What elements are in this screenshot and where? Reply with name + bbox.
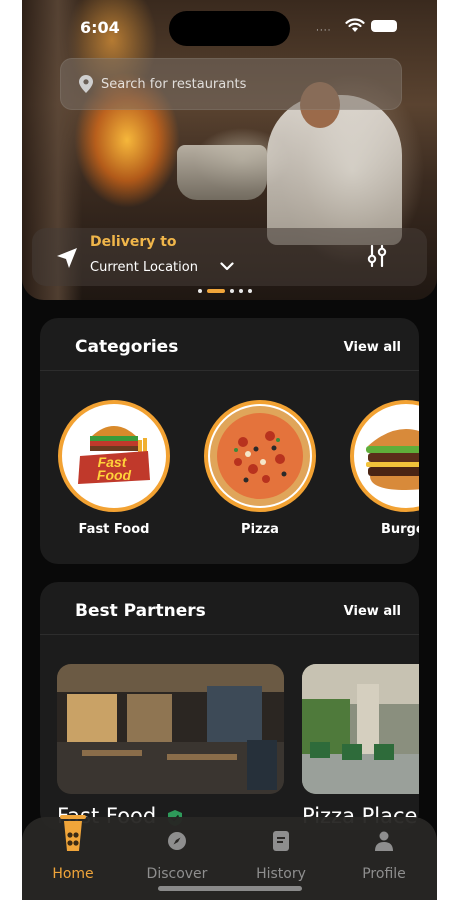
best-partners-section: Best Partners View all Fast Food Pizza P…	[40, 582, 419, 830]
delivery-location-bar[interactable]: Delivery to Current Location	[32, 228, 427, 286]
categories-title: Categories	[75, 337, 179, 357]
carousel-dot-active[interactable]	[207, 289, 225, 293]
status-time: 6:04	[80, 18, 120, 37]
tab-label: Discover	[146, 866, 208, 882]
carousel-dot[interactable]	[230, 289, 234, 293]
fast-food-image: Fast Food	[58, 400, 170, 512]
carousel-indicator[interactable]	[198, 289, 252, 293]
fast-food-logo-line2: Food	[97, 467, 132, 483]
category-label: Pizza	[241, 522, 279, 537]
partner-card-fast-food[interactable]	[57, 664, 284, 794]
carousel-dot[interactable]	[239, 289, 243, 293]
home-indicator	[158, 886, 302, 891]
best-partners-view-all-link[interactable]: View all	[344, 604, 401, 619]
status-bar: 6:04 ····	[22, 0, 437, 56]
best-partners-title: Best Partners	[75, 601, 206, 621]
battery-icon	[371, 20, 397, 32]
pizza-image	[204, 400, 316, 512]
tab-history[interactable]: History	[236, 829, 326, 882]
category-label: Fast Food	[78, 522, 150, 537]
partner-card-pizza-place[interactable]	[302, 664, 419, 794]
navigation-arrow-icon	[57, 248, 77, 268]
filter-icon[interactable]	[366, 245, 388, 267]
burger-image	[350, 400, 419, 512]
compass-icon	[168, 832, 186, 850]
search-input[interactable]: Search for restaurants	[101, 77, 246, 92]
current-location-text[interactable]: Current Location	[90, 260, 198, 275]
divider	[40, 634, 419, 635]
wifi-icon	[345, 18, 365, 32]
dynamic-island	[169, 11, 290, 46]
category-fast-food[interactable]: Fast Food Fast Food	[58, 400, 170, 537]
chevron-down-icon[interactable]	[220, 262, 234, 271]
restaurant-image	[302, 664, 419, 794]
tab-label: History	[256, 866, 306, 882]
history-icon	[273, 831, 289, 851]
carousel-dot[interactable]	[248, 289, 252, 293]
signal-icon: ····	[316, 26, 332, 36]
category-pizza[interactable]: Pizza	[204, 400, 316, 537]
profile-icon	[375, 831, 393, 851]
tab-label: Profile	[362, 866, 406, 882]
app-screen: 6:04 ···· Search for restaurants Deliver…	[22, 0, 437, 900]
category-label: Burger	[380, 522, 419, 537]
tab-home[interactable]: Home	[28, 815, 118, 882]
delivery-label: Delivery to	[90, 234, 177, 250]
tab-label: Home	[52, 866, 94, 882]
categories-section: Categories View all Fast Food Fast Food	[40, 318, 419, 564]
tab-profile[interactable]: Profile	[339, 829, 429, 882]
location-pin-icon	[79, 75, 93, 93]
tab-discover[interactable]: Discover	[132, 829, 222, 882]
carousel-dot[interactable]	[198, 289, 202, 293]
categories-view-all-link[interactable]: View all	[344, 340, 401, 355]
divider	[40, 370, 419, 371]
home-icon	[60, 815, 86, 851]
hero-pot-shape	[177, 145, 267, 200]
restaurant-image	[57, 664, 284, 794]
search-bar[interactable]: Search for restaurants	[60, 58, 402, 110]
fast-food-logo: Fast Food	[78, 426, 150, 484]
category-burger[interactable]: Burger	[350, 400, 419, 537]
